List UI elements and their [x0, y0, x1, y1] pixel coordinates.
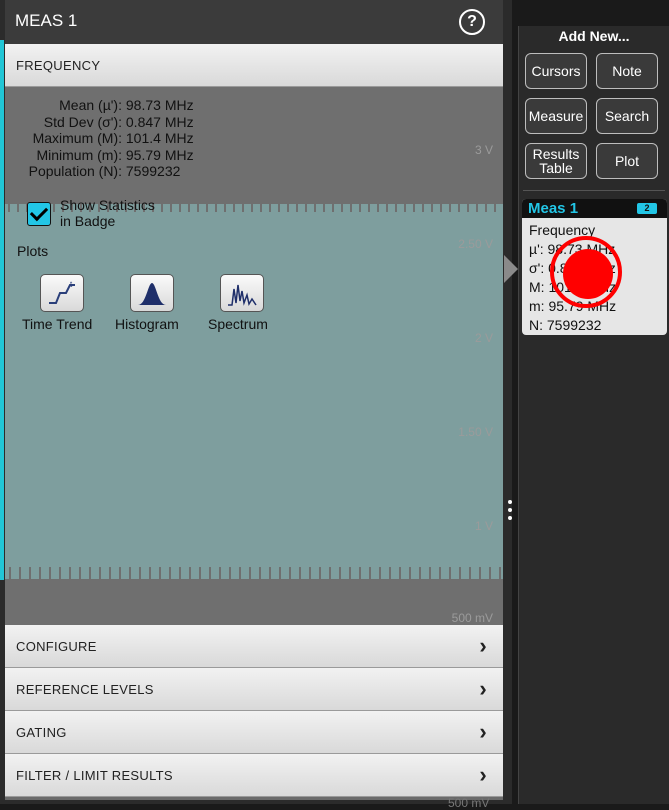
badge-number: 2 — [637, 203, 657, 214]
results-table-button[interactable]: Results Table — [525, 143, 587, 179]
stat-row: Std Dev (σ'): 0.847 MHz — [43, 113, 194, 130]
stat-row: Mean (µ'): 98.73 MHz — [59, 97, 194, 113]
measure-button[interactable]: Measure — [525, 98, 587, 134]
section-frequency[interactable]: FREQUENCY — [5, 44, 503, 87]
drag-handle[interactable] — [508, 500, 512, 524]
volt-label: 2.50 V — [458, 237, 493, 251]
section-gating[interactable]: GATING › — [5, 711, 503, 754]
badge-line: N: 7599232 — [529, 317, 602, 333]
badge-line: Frequency — [529, 222, 596, 238]
plots-label: Plots — [17, 243, 49, 259]
volt-label: 1 V — [474, 519, 493, 533]
panel-title: MEAS 1 — [15, 11, 78, 30]
spectrum-icon — [228, 284, 257, 306]
spectrum-label: Spectrum — [208, 316, 268, 332]
results-bar: Add New... Cursors Note Measure Search R… — [518, 26, 669, 804]
volt-label: 2 V — [474, 331, 493, 345]
spectrum-button[interactable] — [220, 274, 264, 312]
statistics-list: Mean (µ'): 98.73 MHz Std Dev (σ'): 0.847… — [17, 97, 194, 180]
histogram-button[interactable] — [130, 274, 174, 312]
help-icon[interactable]: ? — [459, 9, 485, 35]
section-reference-levels[interactable]: REFERENCE LEVELS › — [5, 668, 503, 711]
panel-title-bar: MEAS 1 ? — [5, 0, 503, 44]
cursors-button[interactable]: Cursors — [525, 53, 587, 89]
time-trend-icon: t — [49, 280, 75, 304]
volt-label-bottom: 500 mV — [448, 796, 490, 810]
stat-row: Minimum (m): 95.79 MHz — [36, 146, 194, 163]
chevron-right-icon: › — [479, 762, 487, 787]
waveform-bottom-edge — [5, 567, 503, 579]
section-label: REFERENCE LEVELS — [16, 682, 154, 697]
time-trend-label: Time Trend — [22, 316, 93, 332]
volt-label: 500 mV — [451, 611, 493, 625]
histogram-icon — [138, 283, 166, 305]
add-new-label: Add New... — [558, 28, 630, 44]
volt-label: 3 V — [474, 143, 493, 157]
panel-content: 3 V 2.50 V 2 V 1.50 V 1 V 500 mV Mean (µ… — [5, 87, 503, 625]
chevron-right-icon: › — [479, 676, 487, 701]
histogram-label: Histogram — [115, 316, 179, 332]
chevron-right-icon: › — [479, 719, 487, 744]
touch-indicator-dot — [563, 249, 613, 299]
note-button[interactable]: Note — [596, 53, 658, 89]
channel-trace-edge — [0, 40, 4, 580]
badge-header: Meas 1 2 — [522, 199, 667, 218]
stat-row: Maximum (M): 101.4 MHz — [32, 130, 194, 146]
show-stats-label: Show Statistics in Badge — [60, 197, 155, 229]
section-label: CONFIGURE — [16, 639, 97, 654]
section-label: FILTER / LIMIT RESULTS — [16, 768, 173, 783]
waveform — [5, 212, 503, 572]
section-label: GATING — [16, 725, 67, 740]
volt-label: 1.50 V — [458, 425, 493, 439]
meas-config-panel: MEAS 1 ? FREQUENCY 3 V 2.50 V 2 V 1.50 V… — [5, 0, 503, 800]
section-configure[interactable]: CONFIGURE › — [5, 625, 503, 668]
section-label: FREQUENCY — [16, 58, 101, 73]
search-button[interactable]: Search — [596, 98, 658, 134]
stat-row: Population (N): 7599232 — [28, 163, 181, 179]
badge-title: Meas 1 — [528, 200, 579, 217]
divider — [523, 190, 665, 191]
chevron-right-icon: › — [479, 633, 487, 658]
section-filter-limit[interactable]: FILTER / LIMIT RESULTS › — [5, 754, 503, 797]
show-stats-checkbox[interactable] — [27, 202, 51, 226]
plot-button[interactable]: Plot — [596, 143, 658, 179]
badge-pointer-arrow — [504, 255, 518, 283]
time-trend-button[interactable]: t — [40, 274, 84, 312]
